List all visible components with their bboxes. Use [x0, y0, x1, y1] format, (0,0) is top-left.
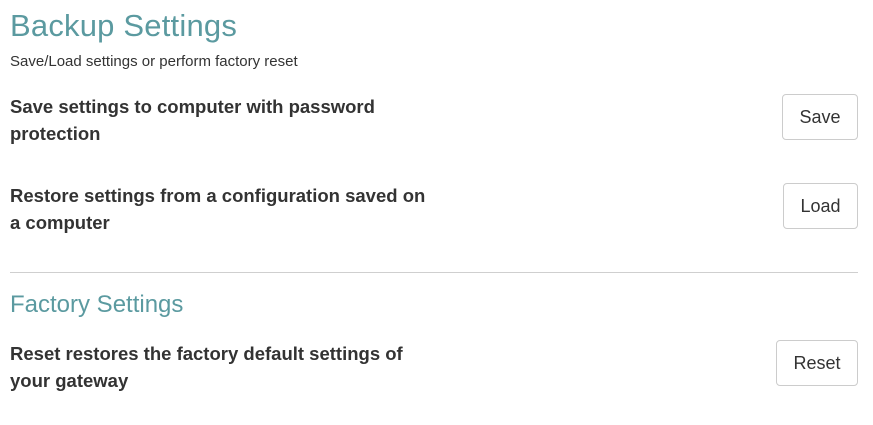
reset-button[interactable]: Reset — [776, 340, 858, 386]
load-button[interactable]: Load — [783, 183, 858, 229]
save-button[interactable]: Save — [782, 94, 858, 140]
backup-settings-page: Backup Settings Save/Load settings or pe… — [0, 0, 873, 425]
restore-settings-label: Restore settings from a configuration sa… — [10, 185, 426, 233]
factory-settings-heading: Factory Settings — [10, 291, 184, 318]
section-divider — [10, 272, 858, 273]
save-settings-label: Save settings to computer with password … — [10, 96, 375, 144]
reset-settings-label: Reset restores the factory default setti… — [10, 343, 403, 391]
backup-settings-subtitle: Save/Load settings or perform factory re… — [10, 53, 298, 70]
backup-settings-heading: Backup Settings — [10, 8, 238, 43]
